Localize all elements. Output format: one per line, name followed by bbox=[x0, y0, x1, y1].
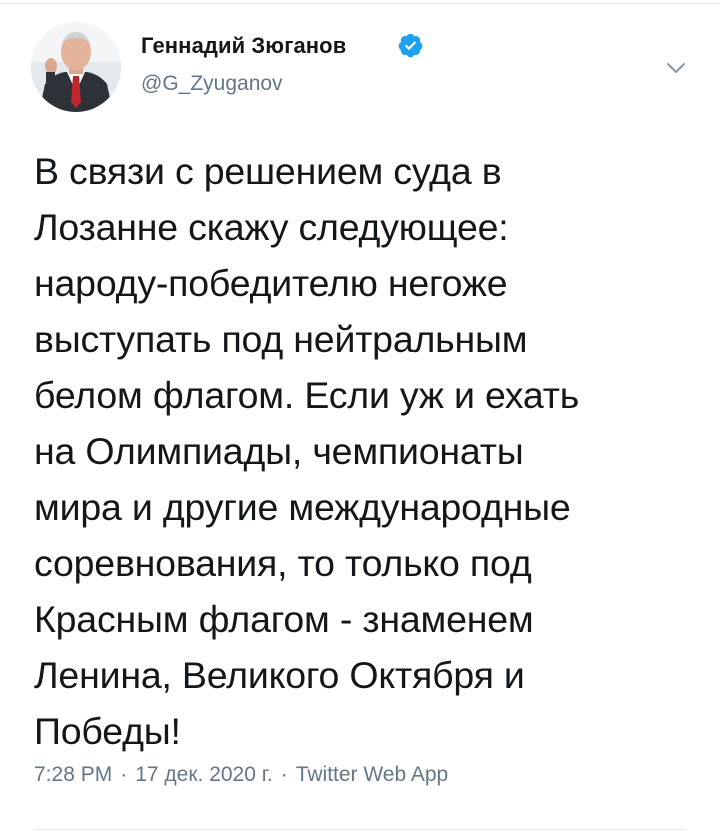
bottom-divider bbox=[34, 829, 686, 830]
tweet-meta: 7:28 PM · 17 дек. 2020 г. · Twitter Web App bbox=[34, 763, 448, 787]
chevron-down-icon[interactable] bbox=[660, 52, 692, 84]
author-handle[interactable]: @G_Zyuganov bbox=[141, 72, 283, 96]
top-divider bbox=[0, 3, 720, 4]
avatar[interactable] bbox=[31, 22, 121, 112]
tweet-source[interactable]: Twitter Web App bbox=[296, 763, 449, 787]
meta-separator: · bbox=[280, 763, 288, 786]
tweet-text: В связи с решением суда в Лозанне скажу … bbox=[34, 150, 580, 752]
tweet-card: Геннадий Зюганов @G_Zyuganov В связи с р… bbox=[0, 0, 720, 834]
author-name[interactable]: Геннадий Зюганов bbox=[141, 33, 346, 59]
meta-separator: · bbox=[120, 763, 128, 786]
verified-badge-icon bbox=[398, 33, 423, 58]
tweet-date[interactable]: 17 дек. 2020 г. bbox=[135, 763, 272, 787]
tweet-time[interactable]: 7:28 PM bbox=[34, 763, 112, 787]
